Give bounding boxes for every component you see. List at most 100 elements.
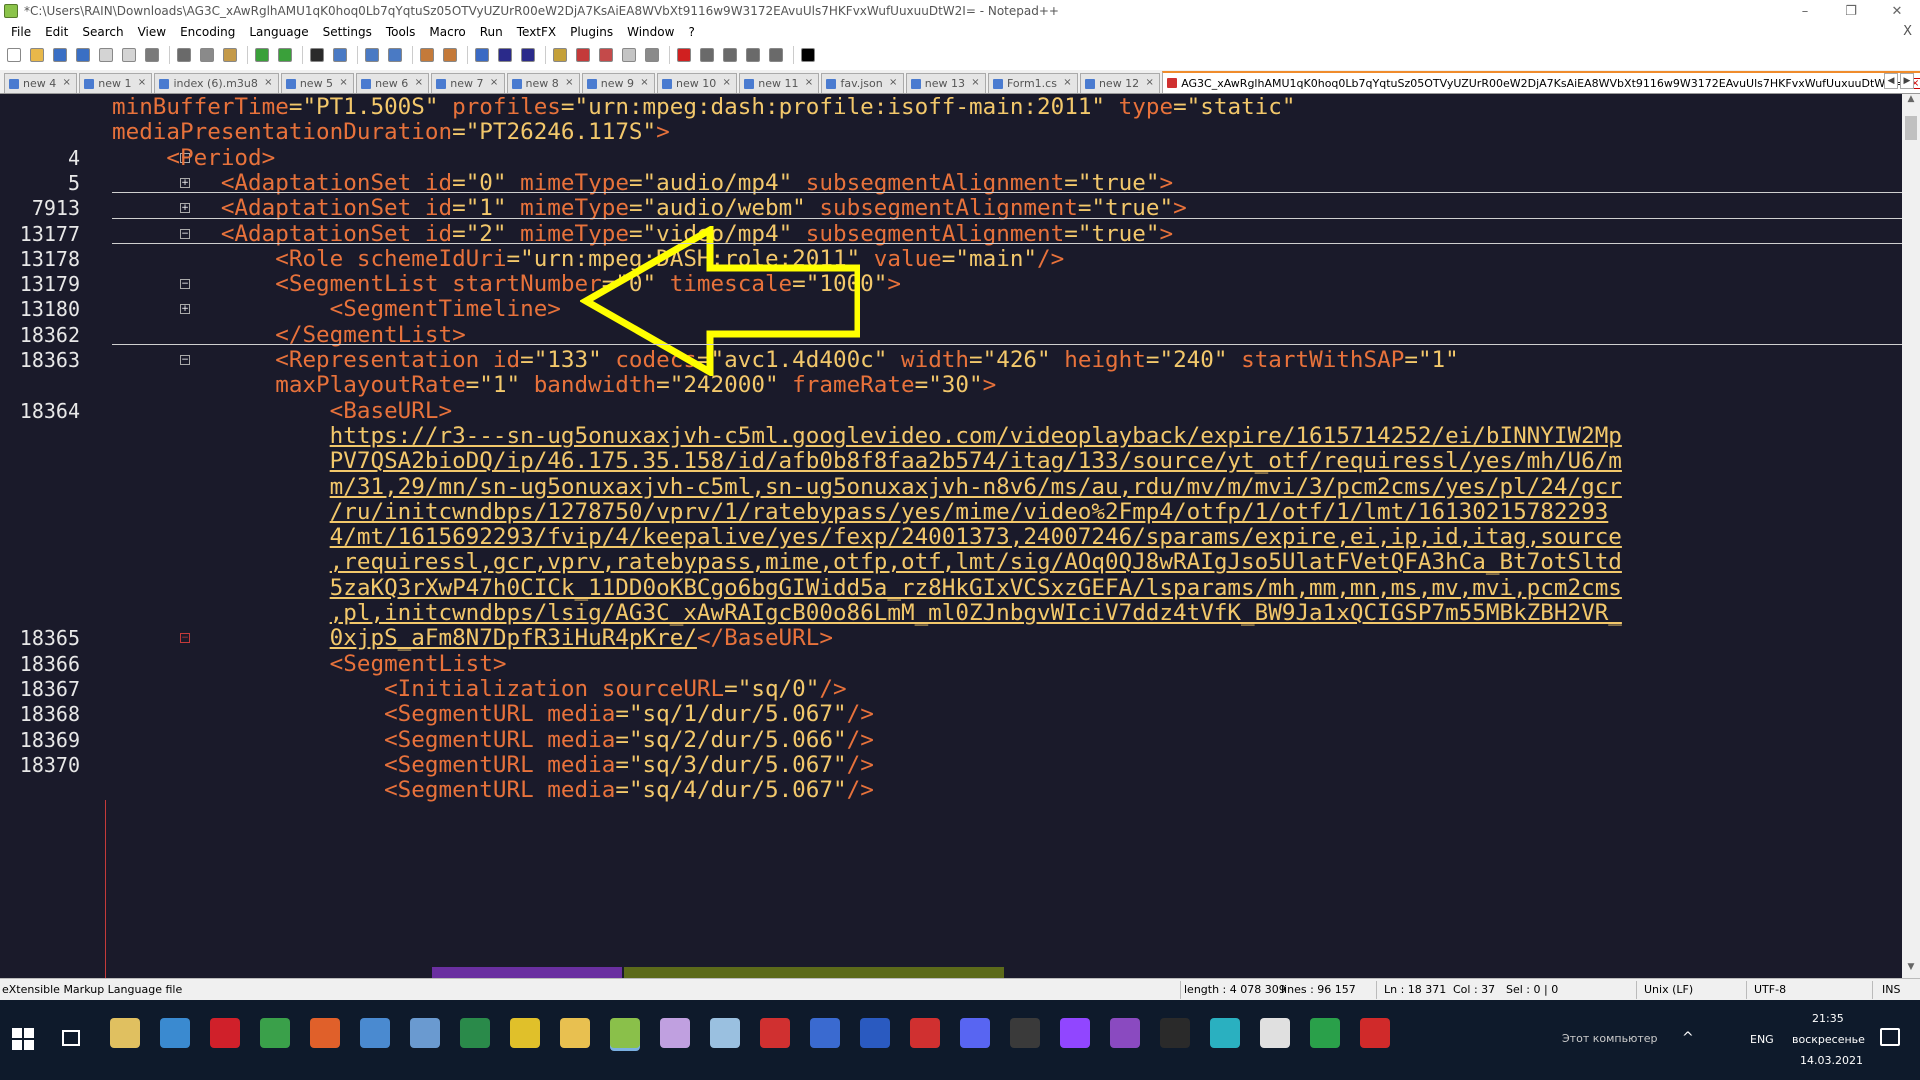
cube-app-icon[interactable]: [710, 1018, 740, 1048]
tab-7[interactable]: new 8 ×: [506, 73, 580, 93]
windows-app-icon[interactable]: [160, 1018, 190, 1048]
tab-11[interactable]: fav.json ×: [821, 73, 904, 93]
code-text[interactable]: minBufferTime="PT1.500S" profiles="urn:m…: [112, 94, 1902, 978]
firefox-icon[interactable]: [310, 1018, 340, 1048]
tab-scroll-right-button[interactable]: ▶: [1900, 73, 1914, 89]
clock-day[interactable]: воскресенье: [1792, 1033, 1865, 1046]
mediainfo-icon[interactable]: [460, 1018, 490, 1048]
tab-close-icon[interactable]: ×: [263, 78, 274, 89]
tab-10[interactable]: new 11 ×: [739, 73, 820, 93]
zip-app-icon[interactable]: [760, 1018, 790, 1048]
tab-close-icon[interactable]: ×: [970, 78, 981, 89]
menu-item-view[interactable]: View: [131, 25, 173, 39]
scroll-down-icon[interactable]: ▼: [1902, 962, 1920, 978]
close-all-icon[interactable]: [119, 45, 139, 65]
tab-close-icon[interactable]: ×: [1062, 78, 1073, 89]
all-chars-icon[interactable]: [495, 45, 515, 65]
window-app-icon[interactable]: [1260, 1018, 1290, 1048]
play-multi-icon[interactable]: [743, 45, 763, 65]
code-token-url[interactable]: https://r3---sn-ug5onuxaxjvh-c5ml.google…: [330, 423, 1622, 449]
notifications-icon[interactable]: [1880, 1028, 1900, 1046]
this-computer-label[interactable]: Этот компьютер: [1562, 1032, 1658, 1045]
menu-item-macro[interactable]: Macro: [422, 25, 472, 39]
print-icon[interactable]: [142, 45, 162, 65]
tab-15[interactable]: AG3C_xAwRglhAMU1qK0hoq0Lb7qYqtuSz05OTVyU…: [1162, 71, 1920, 93]
sync-v-icon[interactable]: [417, 45, 437, 65]
fold-margin[interactable]: − + + − − + − −: [100, 94, 190, 978]
task-view-icon[interactable]: [62, 1030, 80, 1046]
menu-item-plugins[interactable]: Plugins: [563, 25, 620, 39]
tab-13[interactable]: Form1.cs ×: [987, 73, 1078, 93]
word-wrap-icon[interactable]: [472, 45, 492, 65]
stop-macro-icon[interactable]: [697, 45, 717, 65]
doc-map-icon[interactable]: [573, 45, 593, 65]
tray-expand-icon[interactable]: ^: [1682, 1030, 1694, 1046]
remote-desktop-icon[interactable]: [360, 1018, 390, 1048]
close-doc-icon[interactable]: X: [1903, 24, 1912, 39]
twitch-icon[interactable]: [1060, 1018, 1090, 1048]
notepadpp-icon[interactable]: [610, 1018, 640, 1048]
tab-close-icon[interactable]: ×: [564, 78, 575, 89]
chrome-icon[interactable]: [510, 1018, 540, 1048]
code-token-url[interactable]: m/31,29/mn/sn-ug5onuxaxjvh-c5ml,sn-ug5on…: [330, 474, 1622, 500]
minimize-button[interactable]: –: [1782, 0, 1828, 22]
open-file-icon[interactable]: [27, 45, 47, 65]
tab-close-icon[interactable]: ×: [136, 78, 147, 89]
func-list-icon[interactable]: [596, 45, 616, 65]
dx-app-icon[interactable]: [910, 1018, 940, 1048]
scroll-thumb[interactable]: [1905, 116, 1917, 140]
utorrent-icon[interactable]: [260, 1018, 290, 1048]
folder-workspace-icon[interactable]: [619, 45, 639, 65]
start-button[interactable]: [12, 1028, 34, 1050]
menu-item-[interactable]: ?: [681, 25, 701, 39]
cut-icon[interactable]: [174, 45, 194, 65]
sync-h-icon[interactable]: [440, 45, 460, 65]
opera-icon[interactable]: [210, 1018, 240, 1048]
tab-12[interactable]: new 13 ×: [905, 73, 986, 93]
code-token-url[interactable]: /ru/initcwndbps/1278750/vprv/1/ratebypas…: [330, 499, 1609, 525]
explorer-icon[interactable]: [560, 1018, 590, 1048]
tab-close-icon[interactable]: ×: [1144, 78, 1155, 89]
language-indicator[interactable]: ENG: [1750, 1033, 1774, 1046]
network-app-icon[interactable]: [810, 1018, 840, 1048]
tab-3[interactable]: index (6).m3u8 ×: [154, 73, 279, 93]
code-token-url[interactable]: 4/mt/1615692293/fvip/4/keepalive/yes/fex…: [330, 524, 1622, 550]
visual-studio-icon[interactable]: [1110, 1018, 1140, 1048]
discord-icon[interactable]: [960, 1018, 990, 1048]
plugin-icon[interactable]: [798, 45, 818, 65]
find-icon[interactable]: [307, 45, 327, 65]
editor-area[interactable]: 4 5 7913 13177 13178 13179 13180 18362 18363 1836…: [0, 94, 1920, 978]
menu-item-file[interactable]: File: [4, 25, 38, 39]
save-all-icon[interactable]: [73, 45, 93, 65]
zoom-out-icon[interactable]: [385, 45, 405, 65]
tab-close-icon[interactable]: ×: [639, 78, 650, 89]
tab-scroll-left-button[interactable]: ◀: [1884, 73, 1898, 89]
vertical-scrollbar[interactable]: ▲ ▼: [1902, 94, 1920, 978]
calendar-app-icon[interactable]: [110, 1018, 140, 1048]
play-macro-icon[interactable]: [720, 45, 740, 65]
code-token-url[interactable]: 5zaKQ3rXwP47h0CICk_11DD0oKBCgo6bgGIWidd5…: [330, 575, 1622, 601]
close-icon[interactable]: [96, 45, 116, 65]
save-macro-icon[interactable]: [766, 45, 786, 65]
tab-5[interactable]: new 6 ×: [356, 73, 430, 93]
obs-icon[interactable]: [1010, 1018, 1040, 1048]
copy-icon[interactable]: [197, 45, 217, 65]
new-file-icon[interactable]: [4, 45, 24, 65]
menu-item-settings[interactable]: Settings: [316, 25, 379, 39]
menu-item-edit[interactable]: Edit: [38, 25, 75, 39]
close-button[interactable]: ✕: [1874, 0, 1920, 22]
vpn-icon[interactable]: [1210, 1018, 1240, 1048]
code-token-url[interactable]: ,requiressl,gcr,vprv,ratebypass,mime,otf…: [330, 549, 1622, 575]
fax-icon[interactable]: [410, 1018, 440, 1048]
clock-date[interactable]: 14.03.2021: [1800, 1054, 1863, 1067]
tab-2[interactable]: new 1 ×: [79, 73, 153, 93]
paste-icon[interactable]: [220, 45, 240, 65]
tab-6[interactable]: new 7 ×: [431, 73, 505, 93]
tab-close-icon[interactable]: ×: [489, 78, 500, 89]
menu-item-textfx[interactable]: TextFX: [510, 25, 563, 39]
tab-14[interactable]: new 12 ×: [1079, 73, 1161, 93]
save-icon[interactable]: [50, 45, 70, 65]
rx-app-icon[interactable]: [1360, 1018, 1390, 1048]
indent-guide-icon[interactable]: [518, 45, 538, 65]
redo-icon[interactable]: [275, 45, 295, 65]
